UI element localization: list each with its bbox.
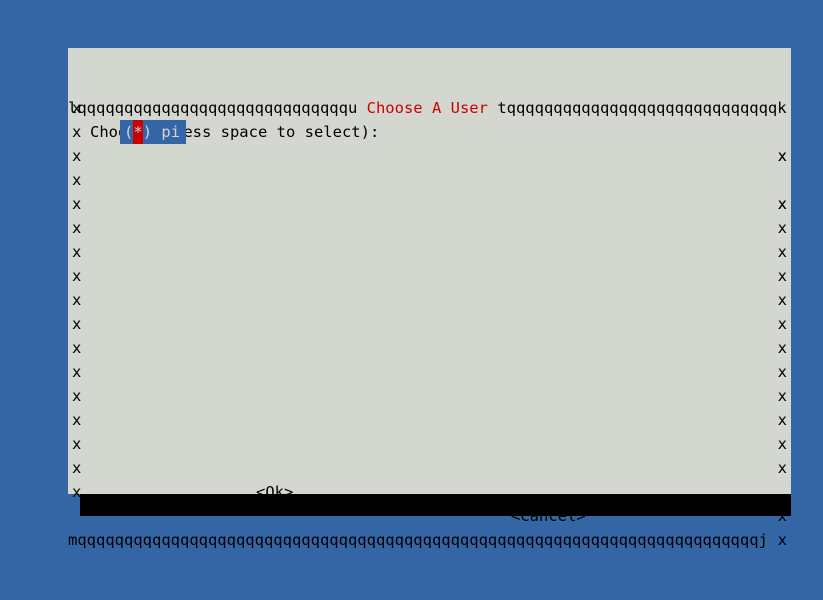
list-item-label: pi [161,123,181,141]
dialog-bottom-border: mqqqqqqqqqqqqqqqqqqqqqqqqqqqqqqqqqqqqqqq… [68,480,791,549]
spacer-row: x x [68,240,791,309]
spacer-row: x x [68,456,791,525]
border-bottom-segment: mqqqqqqqqqqqqqqqqqqqqqqqqqqqqqqqqqqqqqqq… [68,531,768,549]
spacer-row: x x [68,408,791,477]
radio-close-paren: ) [142,123,153,141]
spacer-row: x x [68,384,791,453]
prompt-row: x Choose (press space to select): x [68,72,791,165]
radio-open-paren: ( [124,123,134,141]
desktop-screen: lqqqqqqqqqqqqqqqqqqqqqqqqqqqqqu Choose A… [0,0,823,549]
spacer-row: x x [68,312,791,381]
spacer-row: x x [68,192,791,261]
spacer-row: x x [68,216,791,285]
spacer-row: x x [68,144,791,213]
list-item-pi[interactable]: (*) pi [120,120,187,144]
spacer-row: x x [68,336,791,405]
spacer-row: x x [68,264,791,333]
spacer-row: x x [68,168,791,237]
choose-a-user-dialog: lqqqqqqqqqqqqqqqqqqqqqqqqqqqqqu Choose A… [68,48,791,549]
dialog-title-bar: lqqqqqqqqqqqqqqqqqqqqqqqqqqqqqu Choose A… [68,48,791,117]
radio-selected-mark-icon[interactable]: * [133,120,143,144]
spacer-row: x x [68,288,791,357]
dialog-button-row: x <Ok> <Cancel> x [68,432,791,549]
list-item-gap [152,120,161,144]
spacer-row: x x [68,96,791,165]
list-item-row: x (*) pi x [68,120,791,213]
spacer-row: x x [68,360,791,429]
